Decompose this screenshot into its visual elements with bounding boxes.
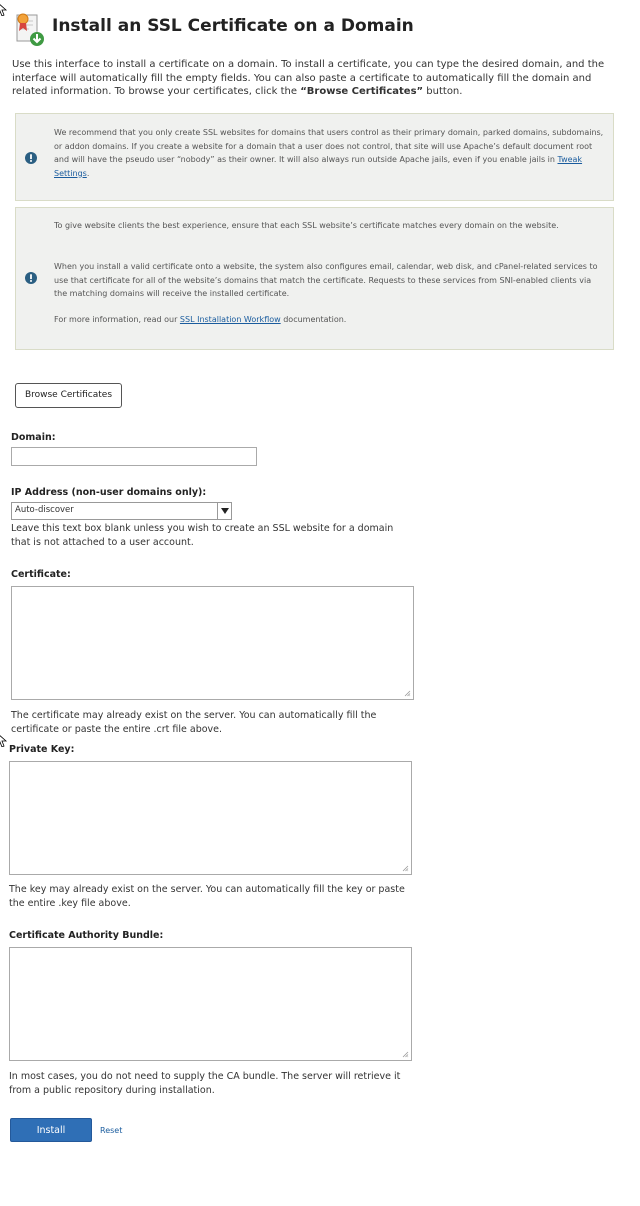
intro-bold-text: “Browse Certificates” xyxy=(300,86,424,97)
certificate-help: The certificate may already exist on the… xyxy=(11,710,377,735)
ca-bundle-textarea[interactable] xyxy=(9,947,412,1061)
resize-grip-icon[interactable] xyxy=(403,689,411,697)
info-icon xyxy=(25,272,37,284)
recommendation-callout: We recommend that you only create SSL we… xyxy=(15,113,614,201)
private-key-textarea[interactable] xyxy=(9,761,412,875)
sni-info-paragraph-1: To give website clients the best experie… xyxy=(54,221,559,230)
info-icon xyxy=(25,152,37,164)
ssl-installation-workflow-link[interactable]: SSL Installation Workflow xyxy=(180,315,281,324)
recommendation-end: . xyxy=(86,168,90,178)
certificate-label: Certificate: xyxy=(11,569,71,580)
ip-address-select[interactable]: Auto-discover xyxy=(11,502,232,520)
certificate-textarea[interactable] xyxy=(11,586,414,700)
sni-info-callout: To give website clients the best experie… xyxy=(15,207,614,350)
certificate-install-icon xyxy=(16,13,44,46)
domain-label: Domain: xyxy=(11,432,56,443)
ca-bundle-label: Certificate Authority Bundle: xyxy=(9,930,164,941)
sni-info-paragraph-3: For more information, read our SSL Insta… xyxy=(54,313,604,327)
more-info-end: documentation. xyxy=(280,315,347,324)
install-button[interactable]: Install xyxy=(10,1118,92,1142)
resize-grip-icon[interactable] xyxy=(401,864,409,872)
page-header: Install an SSL Certificate on a Domain xyxy=(12,10,632,50)
more-info-text: For more information, read our xyxy=(54,315,180,324)
intro-paragraph: Use this interface to install a certific… xyxy=(12,58,627,99)
dropdown-arrow-icon[interactable] xyxy=(217,503,231,519)
recommendation-body: We recommend that you only create SSL we… xyxy=(54,128,604,164)
intro-end-text: button. xyxy=(423,86,463,97)
reset-button[interactable]: Reset xyxy=(100,1122,130,1138)
domain-input[interactable] xyxy=(11,447,257,466)
private-key-label: Private Key: xyxy=(9,744,75,755)
recommendation-text: We recommend that you only create SSL we… xyxy=(54,126,604,180)
sni-info-paragraph-2: When you install a valid certificate ont… xyxy=(54,262,598,298)
ca-bundle-help: In most cases, you do not need to supply… xyxy=(9,1071,401,1096)
ip-address-label: IP Address (non-user domains only): xyxy=(11,487,207,498)
browse-certificates-button[interactable]: Browse Certificates xyxy=(15,383,122,408)
ip-address-help: Leave this text box blank unless you wis… xyxy=(11,523,394,548)
resize-grip-icon[interactable] xyxy=(401,1050,409,1058)
mouse-cursor-icon xyxy=(0,4,8,16)
ip-address-selected-value: Auto-discover xyxy=(15,505,74,515)
private-key-help: The key may already exist on the server.… xyxy=(9,884,405,909)
page-title: Install an SSL Certificate on a Domain xyxy=(52,16,414,36)
